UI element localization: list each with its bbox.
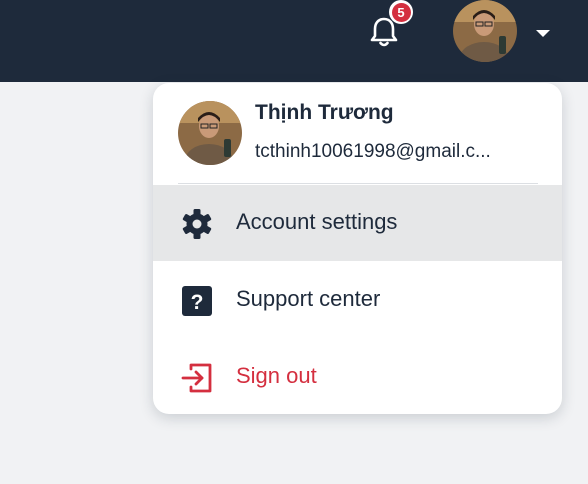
menu-item-label: Account settings [236,209,398,234]
menu-item-sign-out[interactable]: Sign out [153,339,562,414]
user-avatar[interactable] [453,0,517,62]
menu-item-label: Support center [236,286,381,311]
menu-divider [178,183,538,184]
svg-text:?: ? [191,291,204,314]
account-menu-toggle[interactable] [534,26,552,38]
account-dropdown-menu: Thịnh Trương tcthinh10061998@gmail.c... … [153,83,562,414]
sign-out-icon [181,363,212,393]
user-email: tcthinh10061998@gmail.c... [255,141,491,162]
profile-photo [453,0,517,62]
user-name: Thịnh Trương [255,101,394,124]
user-info: Thịnh Trương tcthinh10061998@gmail.c... [153,83,562,183]
profile-photo [178,101,242,165]
caret-down-icon [536,30,550,37]
question-square-icon: ? [182,286,212,316]
gear-icon [182,209,212,239]
menu-item-account-settings[interactable]: Account settings [153,185,562,261]
notification-count-badge[interactable]: 5 [389,0,413,24]
menu-item-support-center[interactable]: ? Support center [153,262,562,338]
top-navigation-bar: 5 [0,0,588,82]
notification-count: 5 [391,2,411,22]
menu-item-label: Sign out [236,363,317,388]
user-avatar-large [178,101,242,165]
